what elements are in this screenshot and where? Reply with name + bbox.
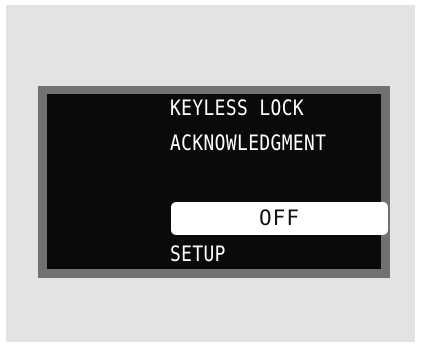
menu-footer-label: SETUP: [170, 242, 226, 266]
menu-title-line1: KEYLESS LOCK: [170, 96, 305, 120]
selected-option-highlight[interactable]: OFF: [171, 202, 388, 235]
selected-option-value: OFF: [259, 206, 300, 230]
menu-title-line2: ACKNOWLEDGMENT: [170, 131, 327, 155]
